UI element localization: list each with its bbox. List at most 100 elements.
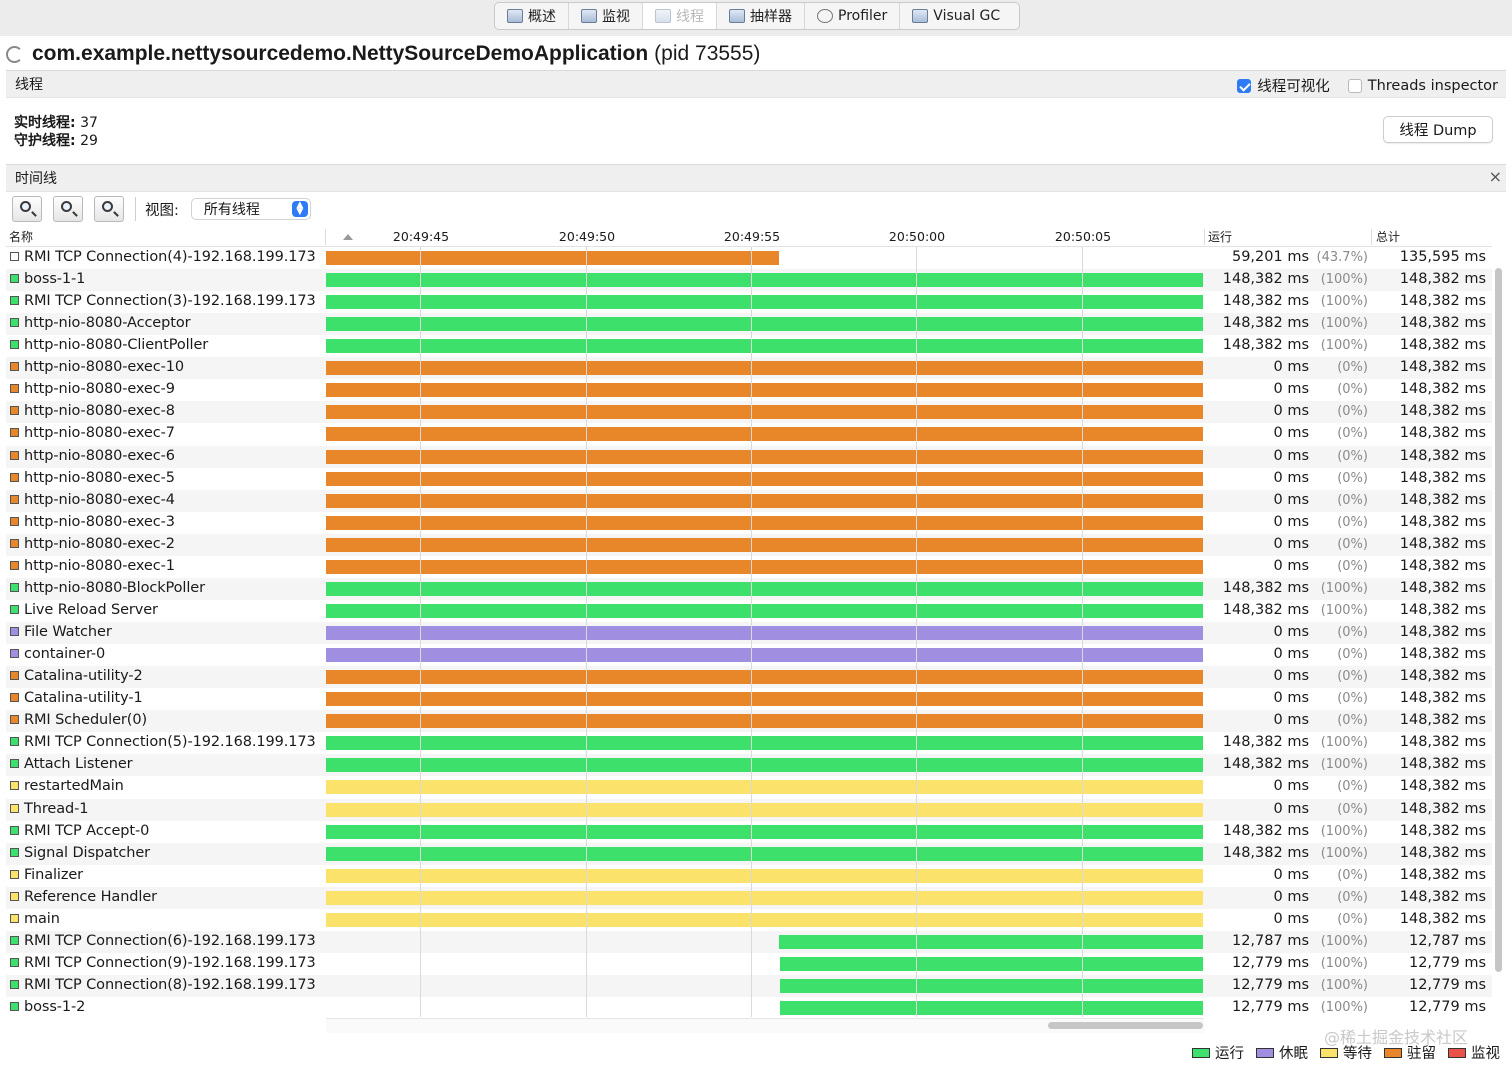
thread-total-time: 148,382 ms: [1399, 712, 1486, 729]
thread-row[interactable]: RMI TCP Connection(4)-192.168.199.173 59,…: [6, 247, 1492, 269]
thread-row[interactable]: http-nio-8080-exec-9 0 ms (0%) 148,382 ms: [6, 379, 1492, 401]
thread-timeline-bar: [326, 581, 1203, 596]
zoom-out-button[interactable]: [53, 196, 83, 222]
zoom-fit-button[interactable]: [94, 196, 124, 222]
thread-row[interactable]: Catalina-utility-2 0 ms (0%) 148,382 ms: [6, 666, 1492, 689]
chevron-up-down-icon: ▲ ▼: [291, 201, 308, 217]
thread-state-swatch: [10, 450, 19, 460]
thread-timeline-bar: [780, 978, 1203, 993]
thread-row[interactable]: Thread-1 0 ms (0%) 148,382 ms: [6, 798, 1492, 821]
thread-state-swatch: [10, 781, 19, 791]
thread-timeline-bar: [326, 251, 780, 265]
thread-total-time: 148,382 ms: [1399, 271, 1486, 288]
thread-timeline-bar: [326, 824, 1203, 839]
thread-row[interactable]: http-nio-8080-exec-1 0 ms (0%) 148,382 ms: [6, 556, 1492, 578]
thread-row[interactable]: boss-1-1 148,382 ms (100%) 148,382 ms: [6, 269, 1492, 292]
thread-state-swatch: [10, 715, 19, 725]
thread-row[interactable]: Finalizer 0 ms (0%) 148,382 ms: [6, 865, 1492, 887]
tab-monitor[interactable]: 监视: [569, 3, 643, 29]
thread-state-swatch: [10, 560, 19, 570]
thread-row[interactable]: http-nio-8080-exec-4 0 ms (0%) 148,382 ms: [6, 489, 1492, 512]
thread-running-time: 0 ms: [1273, 800, 1309, 817]
tab-profiler[interactable]: Profiler: [805, 3, 901, 29]
view-select[interactable]: 所有线程 ▲ ▼: [190, 198, 311, 220]
thread-timeline-bar: [326, 383, 1203, 398]
thread-running-time: 0 ms: [1273, 690, 1309, 707]
vertical-scrollbar[interactable]: [1495, 268, 1502, 972]
thread-total-time: 148,382 ms: [1399, 491, 1486, 508]
column-header-total[interactable]: 总计: [1376, 228, 1400, 246]
thread-row[interactable]: RMI TCP Connection(3)-192.168.199.173 148…: [6, 291, 1492, 313]
thread-row[interactable]: restartedMain 0 ms (0%) 148,382 ms: [6, 776, 1492, 798]
zoom-in-button[interactable]: [12, 196, 42, 222]
thread-row[interactable]: Attach Listener 148,382 ms (100%) 148,382 m…: [6, 754, 1492, 777]
thread-running-time: 148,382 ms: [1222, 271, 1309, 288]
thread-state-swatch: [10, 957, 19, 967]
thread-row[interactable]: Signal Dispatcher 148,382 ms (100%) 148,382…: [6, 842, 1492, 865]
profiler-icon: [817, 9, 833, 23]
thread-row[interactable]: http-nio-8080-ClientPoller 148,382 ms (100…: [6, 335, 1492, 357]
thread-state-swatch: [10, 803, 19, 813]
thread-total-time: 148,382 ms: [1399, 866, 1486, 883]
thread-row[interactable]: RMI TCP Connection(8)-192.168.199.173 12,…: [6, 974, 1492, 997]
thread-row[interactable]: http-nio-8080-exec-8 0 ms (0%) 148,382 ms: [6, 401, 1492, 424]
thread-row[interactable]: http-nio-8080-exec-7 0 ms (0%) 148,382 ms: [6, 423, 1492, 445]
thread-total-time: 12,787 ms: [1408, 932, 1486, 949]
thread-dump-button[interactable]: 线程 Dump: [1383, 116, 1493, 143]
thread-running-percent: (0%): [1337, 867, 1368, 883]
thread-row[interactable]: RMI TCP Accept-0 148,382 ms (100%) 148,382 …: [6, 821, 1492, 843]
thread-row[interactable]: http-nio-8080-exec-10 0 ms (0%) 148,382 ms: [6, 357, 1492, 380]
column-header-name[interactable]: 名称: [9, 228, 33, 246]
thread-state-swatch: [10, 737, 19, 747]
thread-name: Finalizer: [24, 866, 84, 883]
tab-threads[interactable]: 线程: [643, 3, 717, 29]
close-icon[interactable]: ×: [1489, 167, 1502, 186]
thread-timeline-bar: [326, 670, 1203, 685]
thread-timeline-bar: [326, 758, 1203, 773]
thread-row[interactable]: Reference Handler 0 ms (0%) 148,382 ms: [6, 886, 1492, 909]
column-header-running[interactable]: 运行: [1208, 228, 1232, 246]
thread-row[interactable]: http-nio-8080-exec-3 0 ms (0%) 148,382 ms: [6, 512, 1492, 534]
horizontal-scrollbar[interactable]: [1048, 1022, 1203, 1029]
view-label: 视图:: [145, 202, 179, 219]
thread-running-percent: (0%): [1337, 382, 1368, 398]
thread-state-swatch: [10, 296, 19, 306]
thread-row[interactable]: container-0 0 ms (0%) 148,382 ms: [6, 644, 1492, 666]
thread-row[interactable]: File Watcher 0 ms (0%) 148,382 ms: [6, 622, 1492, 645]
thread-total-time: 148,382 ms: [1399, 359, 1486, 376]
thread-row[interactable]: RMI TCP Connection(9)-192.168.199.173 12,…: [6, 953, 1492, 975]
thread-running-time: 148,382 ms: [1222, 293, 1309, 310]
time-tick: 20:50:00: [888, 229, 946, 244]
thread-row[interactable]: http-nio-8080-exec-5 0 ms (0%) 148,382 ms: [6, 468, 1492, 490]
tab-visual-gc[interactable]: Visual GC: [900, 3, 1012, 29]
thread-running-percent: (100%): [1320, 1000, 1368, 1016]
threads-visualization-checkbox[interactable]: 线程可视化: [1237, 75, 1330, 96]
thread-row[interactable]: RMI Scheduler(0) 0 ms (0%) 148,382 ms: [6, 710, 1492, 733]
thread-row[interactable]: RMI TCP Connection(5)-192.168.199.173 148…: [6, 732, 1492, 754]
checkbox-checked-icon: [1237, 78, 1252, 93]
thread-row[interactable]: main 0 ms (0%) 148,382 ms: [6, 909, 1492, 931]
thread-row[interactable]: http-nio-8080-exec-2 0 ms (0%) 148,382 ms: [6, 533, 1492, 556]
legend-swatch: [1256, 1047, 1274, 1058]
thread-state-swatch: [10, 274, 19, 284]
sort-ascending-icon[interactable]: [343, 234, 353, 240]
thread-row[interactable]: http-nio-8080-Acceptor 148,382 ms (100%) 14…: [6, 313, 1492, 336]
thread-running-time: 0 ms: [1273, 557, 1309, 574]
thread-row[interactable]: http-nio-8080-exec-6 0 ms (0%) 148,382 ms: [6, 445, 1492, 468]
daemon-threads: 守护线程: 29: [14, 133, 98, 149]
thread-state-swatch: [10, 340, 19, 350]
thread-row[interactable]: boss-1-2 12,779 ms (100%) 12,779 ms: [6, 997, 1492, 1019]
zoom-fit-icon: [102, 201, 113, 212]
tab-sampler[interactable]: 抽样器: [717, 3, 805, 29]
time-tick: 20:49:55: [723, 229, 781, 244]
thread-state-swatch: [10, 979, 19, 989]
thread-row[interactable]: RMI TCP Connection(6)-192.168.199.173 12,…: [6, 930, 1492, 953]
thread-row[interactable]: http-nio-8080-BlockPoller 148,382 ms (100%…: [6, 577, 1492, 600]
threads-inspector-checkbox[interactable]: Threads inspector: [1347, 78, 1498, 94]
thread-total-time: 148,382 ms: [1399, 469, 1486, 486]
thread-state-swatch: [10, 538, 19, 548]
thread-row[interactable]: Live Reload Server 148,382 ms (100%) 148,38…: [6, 600, 1492, 622]
thread-timeline-bar: [780, 956, 1203, 971]
thread-row[interactable]: Catalina-utility-1 0 ms (0%) 148,382 ms: [6, 688, 1492, 710]
tab-overview[interactable]: 概述: [495, 3, 569, 29]
